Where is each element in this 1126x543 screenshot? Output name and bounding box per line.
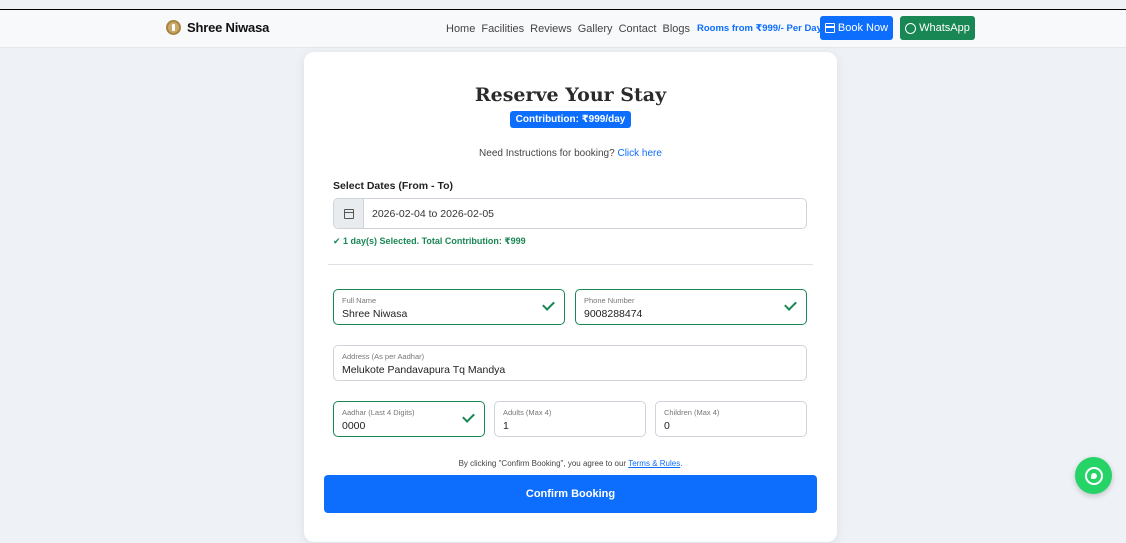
- book-now-button[interactable]: Book Now: [820, 16, 893, 40]
- agree-text: By clicking "Confirm Booking", you agree…: [458, 459, 627, 468]
- selection-summary: ✔ 1 day(s) Selected. Total Contribution:…: [333, 236, 526, 246]
- check-icon: [542, 298, 555, 311]
- om-logo-icon: [166, 20, 181, 35]
- terms-link[interactable]: Terms & Rules: [628, 459, 680, 468]
- brand[interactable]: Shree Niwasa: [166, 20, 269, 35]
- brand-name: Shree Niwasa: [187, 20, 270, 35]
- full-name-label: Full Name: [342, 296, 377, 305]
- whatsapp-icon: [905, 22, 917, 34]
- date-addon: [334, 199, 364, 228]
- calendar-icon: [824, 23, 835, 33]
- nav-link-blogs[interactable]: Blogs: [662, 23, 690, 35]
- nav-link-contact[interactable]: Contact: [619, 23, 657, 35]
- check-icon: [462, 410, 475, 423]
- address-field[interactable]: Address (As per Aadhar) Melukote Pandava…: [333, 345, 807, 381]
- address-value: Melukote Pandavapura Tq Mandya: [342, 364, 506, 376]
- aadhar-field[interactable]: Aadhar (Last 4 Digits) 0000: [333, 401, 485, 437]
- whatsapp-icon: [1084, 466, 1103, 485]
- check-icon: [784, 298, 797, 311]
- instructions-text: Need Instructions for booking? Click her…: [304, 148, 837, 159]
- adults-field[interactable]: Adults (Max 4) 1: [494, 401, 646, 437]
- whatsapp-float-button[interactable]: [1075, 457, 1112, 494]
- contribution-badge: Contribution: ₹999/day: [510, 111, 631, 128]
- dates-label: Select Dates (From - To): [333, 180, 453, 192]
- whatsapp-button[interactable]: WhatsApp: [900, 16, 975, 40]
- phone-label: Phone Number: [584, 296, 635, 305]
- page-title: Reserve Your Stay: [474, 84, 667, 106]
- full-name-field[interactable]: Full Name Shree Niwasa: [333, 289, 565, 325]
- adults-value: 1: [503, 420, 509, 432]
- aadhar-label: Aadhar (Last 4 Digits): [342, 408, 415, 417]
- nav-link-facilities[interactable]: Facilities: [481, 23, 524, 35]
- divider: [328, 264, 813, 265]
- children-label: Children (Max 4): [664, 408, 720, 417]
- terms-agreement: By clicking "Confirm Booking", you agree…: [304, 459, 837, 468]
- whatsapp-label: WhatsApp: [919, 22, 970, 34]
- children-field[interactable]: Children (Max 4) 0: [655, 401, 807, 437]
- nav-link-home[interactable]: Home: [446, 23, 475, 35]
- children-value: 0: [664, 420, 670, 432]
- book-now-label: Book Now: [837, 22, 889, 34]
- date-range-value: 2026-02-04 to 2026-02-05: [372, 207, 495, 220]
- confirm-booking-button[interactable]: Confirm Booking: [324, 475, 817, 513]
- top-navbar: Shree Niwasa Home Facilities Reviews Gal…: [0, 10, 1126, 48]
- address-label: Address (As per Aadhar): [342, 352, 425, 361]
- nav-links: Home Facilities Reviews Gallery Contact …: [446, 23, 696, 35]
- phone-value: 9008288474: [584, 308, 643, 320]
- agree-suffix: .: [680, 459, 683, 468]
- date-range-input[interactable]: 2026-02-04 to 2026-02-05: [333, 198, 807, 229]
- booking-card: Reserve Your Stay Contribution: ₹999/day…: [304, 52, 837, 542]
- nav-link-gallery[interactable]: Gallery: [578, 23, 613, 35]
- aadhar-value: 0000: [342, 420, 366, 432]
- full-name-value: Shree Niwasa: [342, 308, 408, 320]
- instructions-label: Need Instructions for booking?: [479, 148, 615, 159]
- adults-label: Adults (Max 4): [503, 408, 552, 417]
- instructions-link[interactable]: Click here: [617, 148, 661, 159]
- nav-link-reviews[interactable]: Reviews: [530, 23, 572, 35]
- calendar-icon: [343, 208, 354, 219]
- phone-field[interactable]: Phone Number 9008288474: [575, 289, 807, 325]
- rooms-from-text: Rooms from ₹999/- Per Day: [697, 23, 822, 34]
